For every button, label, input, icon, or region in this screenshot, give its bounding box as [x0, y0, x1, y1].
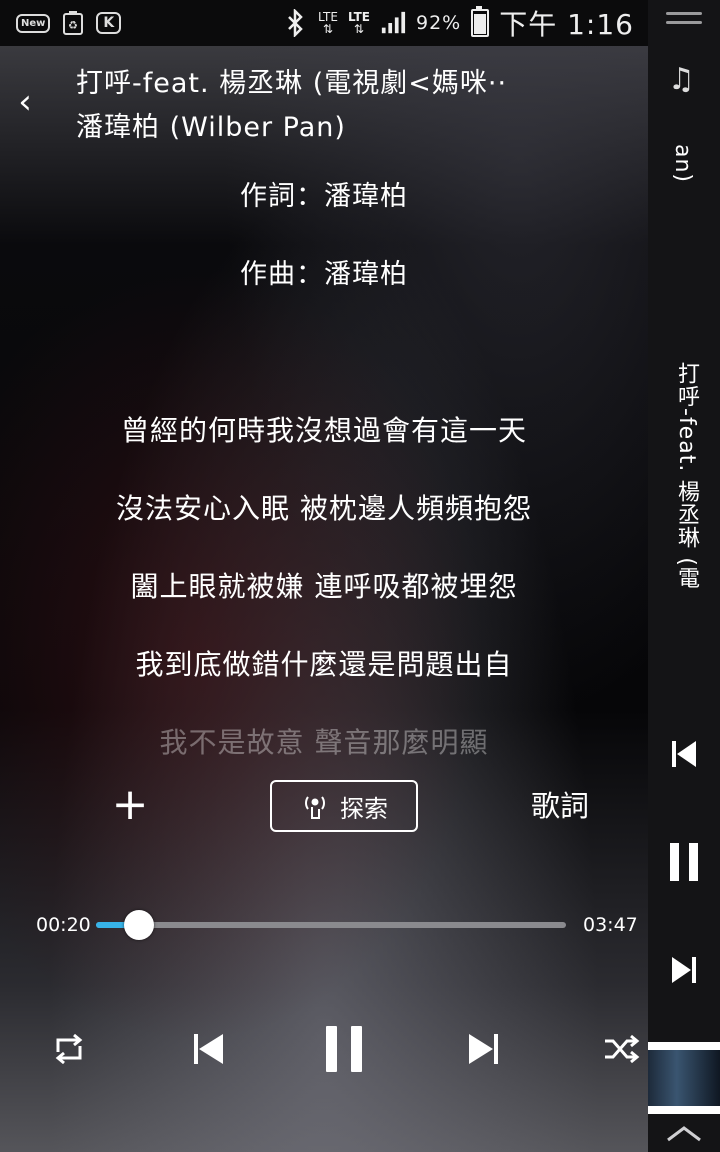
music-player-screen: New ♻ K LTE ⇅ LTE ⇅ 92% 下午 1:16 ‹ 打呼-fea…: [0, 0, 720, 1152]
lyric-line: 闔上眼就被嫌 連呼吸都被埋怨: [130, 570, 518, 603]
signal-icon: [380, 10, 406, 36]
expand-button[interactable]: [662, 1118, 706, 1148]
status-right: LTE ⇅ LTE ⇅ 92% 下午 1:16: [282, 3, 634, 43]
composer-credit: 作曲：潘瑋柏: [240, 259, 408, 290]
lyrics-view[interactable]: 曾經的何時我沒想過會有這一天 沒法安心入眠 被枕邊人頻頻抱怨 闔上眼就被嫌 連呼…: [0, 406, 648, 796]
lyric-line: 曾經的何時我沒想過會有這一天: [120, 414, 527, 447]
shuffle-icon: [605, 1034, 640, 1064]
skip-previous-icon: [672, 741, 696, 767]
sidebar-next-button[interactable]: [666, 950, 702, 990]
progress-bar: 00:20 03:47: [0, 906, 648, 946]
action-row: + 探索 歌詞: [0, 778, 648, 838]
explore-label: 探索: [340, 794, 388, 823]
playback-controls: [0, 1014, 648, 1084]
player-panel: ‹ 打呼-feat. 楊丞琳 (電視劇<媽咪·· 潘瑋柏 (Wilber Pan…: [0, 46, 648, 1152]
floating-player-sidebar: ♫ an) 打呼-feat. 楊丞琳 (電: [648, 0, 720, 1152]
pause-icon: [670, 843, 698, 881]
sidebar-previous-button[interactable]: [666, 734, 702, 774]
k-app-icon: K: [96, 12, 122, 34]
skip-previous-icon: [194, 1034, 223, 1064]
status-left: New ♻ K: [16, 10, 122, 36]
lyric-line: 我到底做錯什麼還是問題出自: [135, 648, 513, 681]
chevron-left-icon: ‹: [18, 82, 32, 122]
explore-button[interactable]: 探索: [270, 780, 418, 832]
lte-indicator: LTE ⇅: [318, 11, 338, 35]
repeat-icon: [55, 1034, 83, 1064]
artist-name: 潘瑋柏 (Wilber Pan): [76, 112, 346, 143]
drag-handle[interactable]: [666, 12, 702, 30]
next-button[interactable]: [462, 1014, 506, 1084]
status-bar: New ♻ K LTE ⇅ LTE ⇅ 92% 下午 1:16: [0, 0, 648, 46]
sidebar-song-title: 打呼-feat. 楊丞琳 (電: [674, 362, 699, 590]
battery-icon: [471, 6, 490, 37]
song-title: 打呼-feat. 楊丞琳 (電視劇<媽咪··: [76, 68, 508, 99]
plus-icon: +: [111, 779, 149, 830]
lyric-line: 沒法安心入眠 被枕邊人頻頻抱怨: [116, 492, 532, 525]
broadcast-hand-icon: [305, 796, 325, 819]
chevron-up-icon: [667, 1126, 701, 1142]
seek-track[interactable]: [96, 910, 566, 940]
battery-percent: 92%: [415, 12, 462, 34]
music-note-icon[interactable]: ♫: [668, 62, 695, 97]
clock: 下午 1:16: [499, 8, 634, 41]
lte-indicator-2: LTE ⇅: [348, 11, 370, 35]
new-badge-icon: New: [16, 13, 51, 33]
bluetooth-icon: [282, 9, 308, 37]
song-title-block: 打呼-feat. 楊丞琳 (電視劇<媽咪·· 潘瑋柏 (Wilber Pan): [76, 62, 636, 150]
album-art-thumbnail[interactable]: [648, 1042, 720, 1114]
time-current: 00:20: [36, 914, 91, 936]
seek-handle[interactable]: [124, 910, 155, 940]
lyrics-button[interactable]: 歌詞: [520, 784, 600, 828]
previous-button[interactable]: [186, 1014, 230, 1084]
pause-icon: [326, 1026, 362, 1072]
shuffle-button[interactable]: [600, 1014, 644, 1084]
repeat-button[interactable]: [48, 1014, 90, 1084]
skip-next-icon: [672, 957, 696, 983]
wifi-arrows-icon: ⇅: [322, 22, 333, 36]
svg-text:♻: ♻: [68, 19, 78, 32]
pause-button[interactable]: [318, 1014, 370, 1084]
back-button[interactable]: ‹: [10, 82, 40, 122]
sidebar-artist-fragment: an): [670, 144, 695, 184]
add-to-playlist-button[interactable]: +: [108, 780, 152, 830]
recycle-icon: ♻: [60, 10, 86, 36]
time-total: 03:47: [583, 914, 638, 936]
data-arrows-icon: ⇅: [353, 22, 364, 36]
skip-next-icon: [469, 1034, 498, 1064]
lyricist-credit: 作詞：潘瑋柏: [240, 181, 408, 212]
sidebar-pause-button[interactable]: [666, 842, 702, 882]
